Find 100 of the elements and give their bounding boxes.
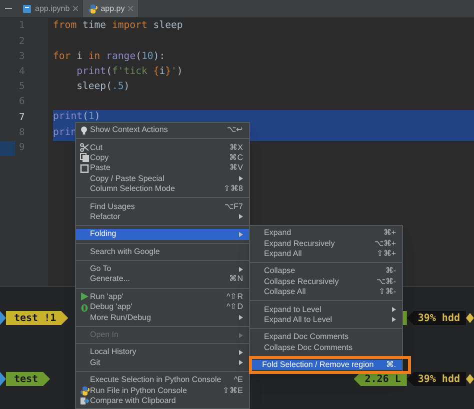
close-icon[interactable] bbox=[128, 6, 133, 11]
menu-item[interactable]: Compare with Clipboard bbox=[76, 396, 249, 406]
lightbulb-icon bbox=[80, 126, 88, 135]
prompt-segment: test !1 bbox=[6, 311, 68, 325]
minimize-icon[interactable] bbox=[5, 8, 12, 9]
clipboard-icon bbox=[80, 164, 89, 173]
menu-label: Find Usages bbox=[90, 202, 136, 211]
menu-label: Git bbox=[90, 358, 102, 367]
prompt-segment: test bbox=[6, 372, 50, 386]
menu-item[interactable]: Paste ⌘V bbox=[76, 163, 249, 174]
menu-item[interactable]: Local History bbox=[76, 347, 249, 358]
status-segment: 39% hdd bbox=[406, 372, 466, 386]
shortcut-label: ⌘- bbox=[385, 267, 396, 276]
menu-label: Execute Selection in Python Console bbox=[90, 376, 222, 384]
menu-label: Copy bbox=[90, 154, 110, 162]
menu-item[interactable]: Expand All to Level bbox=[250, 314, 402, 326]
menu-item[interactable]: Go To bbox=[76, 264, 249, 274]
gutter-marker bbox=[0, 140, 15, 156]
shortcut-label: ^⇧R bbox=[226, 292, 243, 301]
menu-label: Show Context Actions bbox=[90, 126, 169, 134]
menu-item[interactable]: Expand ⌘+ bbox=[250, 228, 402, 238]
close-icon[interactable] bbox=[72, 6, 78, 11]
scissors-icon bbox=[80, 143, 89, 152]
play-icon bbox=[80, 292, 89, 302]
menu-item[interactable]: Run File in Python Console ⇧⌘E bbox=[76, 385, 249, 396]
menu-item[interactable]: Run 'app' ^⇧R bbox=[76, 292, 249, 302]
bug-icon bbox=[80, 302, 89, 312]
menu-label: Expand Recursively bbox=[264, 240, 336, 248]
menu-item[interactable]: Generate... ⌘N bbox=[76, 274, 249, 285]
shortcut-label: ⇧⌘E bbox=[222, 386, 243, 395]
menu-item[interactable]: Execute Selection in Python Console ^E bbox=[76, 375, 249, 386]
shortcut-label: ⌘X bbox=[230, 144, 243, 152]
compare-icon bbox=[80, 396, 89, 406]
menu-item[interactable]: Copy / Paste Special bbox=[76, 174, 249, 184]
menu-label: Fold Selection / Remove region bbox=[262, 361, 375, 370]
code-line: for i in range(10): bbox=[53, 50, 166, 64]
menu-label: Expand All bbox=[264, 250, 303, 258]
menu-label: Collapse bbox=[264, 267, 296, 276]
menu-label: Run 'app' bbox=[90, 292, 124, 301]
shortcut-label: ⌥F7 bbox=[224, 202, 243, 211]
code-line: print(1) bbox=[53, 110, 100, 124]
submenu-arrow-icon bbox=[239, 332, 243, 338]
notebook-icon bbox=[22, 4, 32, 14]
menu-label: Collapse All bbox=[264, 288, 307, 296]
menu-item[interactable]: Show Context Actions ⌥↩ bbox=[76, 125, 249, 136]
shortcut-label: ⌘. bbox=[386, 361, 396, 370]
menu-label: Go To bbox=[90, 265, 112, 274]
menu-item[interactable]: Copy ⌘C bbox=[76, 152, 249, 164]
menu-item[interactable]: Expand All ⇧⌘+ bbox=[250, 248, 402, 260]
arrow-icon bbox=[0, 311, 6, 325]
tab-label: app.ipynb bbox=[35, 2, 70, 14]
code-line: from time import sleep bbox=[53, 19, 183, 34]
menu-item[interactable]: Collapse ⌘- bbox=[250, 266, 402, 277]
menu-item[interactable]: More Run/Debug bbox=[76, 312, 249, 323]
menu-label: Generate... bbox=[90, 275, 132, 284]
menu-item[interactable]: Git bbox=[76, 358, 249, 368]
menu-item[interactable]: Column Selection Mode ⇧⌘8 bbox=[76, 184, 249, 194]
tab-label: app.py bbox=[100, 2, 125, 14]
menu-label: Folding bbox=[90, 230, 118, 238]
menu-label: Run File in Python Console bbox=[90, 386, 188, 395]
shortcut-label: ⌘V bbox=[230, 164, 243, 172]
menu-item[interactable]: Collapse Recursively ⌥⌘- bbox=[250, 276, 402, 287]
menu-item[interactable]: Refactor bbox=[76, 212, 249, 222]
menu-label: Collapse Recursively bbox=[264, 278, 340, 286]
menu-label: Search with Google bbox=[90, 248, 161, 256]
copy-icon bbox=[80, 153, 89, 162]
submenu-arrow-icon bbox=[239, 214, 243, 220]
code-line: print(f'tick {i}') bbox=[76, 64, 183, 79]
shortcut-label: ⌥⌘- bbox=[376, 278, 396, 286]
shortcut-label: ⌘+ bbox=[383, 229, 396, 238]
menu-label: Expand bbox=[264, 229, 292, 238]
editor-tab[interactable]: app.py bbox=[82, 0, 138, 17]
shortcut-label: ⇧⌘+ bbox=[376, 250, 396, 258]
menu-item[interactable]: Find Usages ⌥F7 bbox=[76, 201, 249, 212]
menu-label: Paste bbox=[90, 164, 112, 172]
code-line: sleep(.5) bbox=[76, 80, 130, 94]
shortcut-label: ⌘C bbox=[229, 154, 243, 162]
menu-item[interactable]: Fold Selection / Remove region ⌘. bbox=[250, 360, 402, 370]
menu-label: Local History bbox=[90, 348, 138, 356]
shortcut-label: ⇧⌘- bbox=[378, 288, 396, 296]
menu-item[interactable]: Debug 'app' ^⇧D bbox=[76, 302, 249, 312]
menu-item[interactable]: Folding bbox=[76, 229, 249, 240]
arrow-icon bbox=[0, 372, 6, 386]
submenu-arrow-icon bbox=[239, 315, 243, 320]
menu-item[interactable]: Expand Recursively ⌥⌘+ bbox=[250, 238, 402, 249]
menu-item[interactable]: Cut ⌘X bbox=[76, 142, 249, 153]
menu-label: Expand All to Level bbox=[264, 316, 334, 324]
menu-label: More Run/Debug bbox=[90, 314, 152, 322]
menu-item[interactable]: Expand to Level bbox=[250, 304, 402, 315]
editor-tab[interactable]: app.ipynb bbox=[17, 0, 83, 17]
menu-item[interactable]: Expand Doc Comments bbox=[250, 332, 402, 343]
menu-item[interactable]: Collapse All ⇧⌘- bbox=[250, 286, 402, 298]
menu-item[interactable]: Search with Google bbox=[76, 246, 249, 257]
menu-label: Cut bbox=[90, 144, 104, 152]
python-icon bbox=[80, 386, 90, 396]
shortcut-label: ⌥↩ bbox=[227, 126, 243, 134]
menu-item[interactable]: Collapse Doc Comments bbox=[250, 342, 402, 353]
menu-label: Expand Doc Comments bbox=[264, 333, 350, 342]
submenu-arrow-icon bbox=[239, 176, 243, 182]
status-segment: 39% hdd bbox=[406, 311, 466, 325]
